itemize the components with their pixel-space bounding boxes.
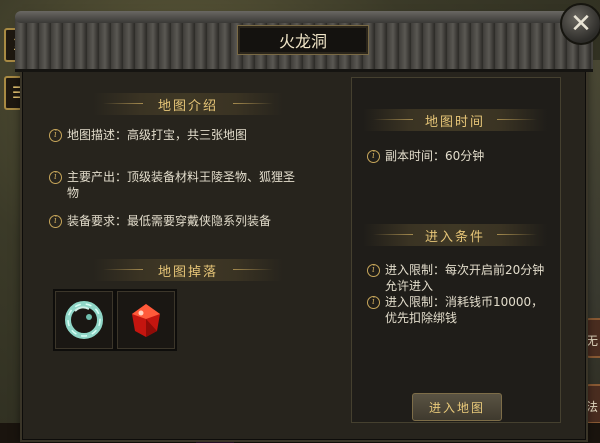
drop-slot-2[interactable] <box>115 289 177 351</box>
right-hud-label-2: 法 <box>585 400 598 414</box>
section-heading-map-time: 地图时间 <box>363 109 547 131</box>
entry-limit-cost-text: 进入限制：消耗钱币10000， 优先扣除绑钱 <box>385 294 543 326</box>
info-icon: i <box>367 264 380 277</box>
section-heading-map-intro: 地图介绍 <box>93 93 283 115</box>
map-description-text: 地图描述：高级打宝，共三张地图 <box>67 128 248 142</box>
section-heading-map-drops: 地图掉落 <box>93 259 283 281</box>
enter-map-button[interactable]: 进入地图 <box>412 393 502 421</box>
main-output-text-line1: 主要产出：顶级装备材料王陵圣物、狐狸圣 <box>67 170 296 184</box>
jade-dragon-ring-icon <box>65 301 103 339</box>
entry-limit-cost-line2: 优先扣除绑钱 <box>385 311 458 325</box>
entry-limit-time-row: i 进入限制：每次开启前20分钟 允许进入 <box>367 262 557 294</box>
main-output-text-line2: 物 <box>67 186 80 200</box>
instance-time-text: 副本时间：60分钟 <box>385 149 485 163</box>
right-hud-label-1: 无 <box>585 334 598 348</box>
entry-limit-time-line1: 进入限制：每次开启前20分钟 <box>385 263 545 277</box>
drop-slot-1[interactable] <box>53 289 115 351</box>
entry-limit-time-text: 进入限制：每次开启前20分钟 允许进入 <box>385 262 544 294</box>
close-icon[interactable]: ✕ <box>560 3 600 45</box>
instance-time-row: i 副本时间：60分钟 <box>367 148 553 164</box>
entry-limit-cost-line1: 进入限制：消耗钱币10000， <box>385 295 544 309</box>
map-info-dialog: 火龙洞 地图介绍 i 地图描述：高级打宝，共三张地图 i 主要产出：顶级装备材料… <box>15 11 593 440</box>
info-icon: i <box>49 129 62 142</box>
equipment-requirement-row: i 装备要求：最低需要穿戴侠隐系列装备 <box>49 213 339 229</box>
map-description-row: i 地图描述：高级打宝，共三张地图 <box>49 127 339 143</box>
main-output-text: 主要产出：顶级装备材料王陵圣物、狐狸圣 物 <box>67 169 295 201</box>
main-output-row: i 主要产出：顶级装备材料王陵圣物、狐狸圣 物 <box>49 169 339 201</box>
section-heading-entry-conditions: 进入条件 <box>363 224 547 246</box>
red-gem-icon <box>132 304 160 337</box>
equipment-requirement-text: 装备要求：最低需要穿戴侠隐系列装备 <box>67 214 272 228</box>
info-icon: i <box>49 171 62 184</box>
entry-limit-cost-row: i 进入限制：消耗钱币10000， 优先扣除绑钱 <box>367 294 557 326</box>
dialog-title: 火龙洞 <box>237 25 369 55</box>
info-icon: i <box>367 150 380 163</box>
info-icon: i <box>367 296 380 309</box>
dialog-roof-ridge <box>15 11 593 23</box>
entry-limit-time-line2: 允许进入 <box>385 279 434 293</box>
info-icon: i <box>49 215 62 228</box>
